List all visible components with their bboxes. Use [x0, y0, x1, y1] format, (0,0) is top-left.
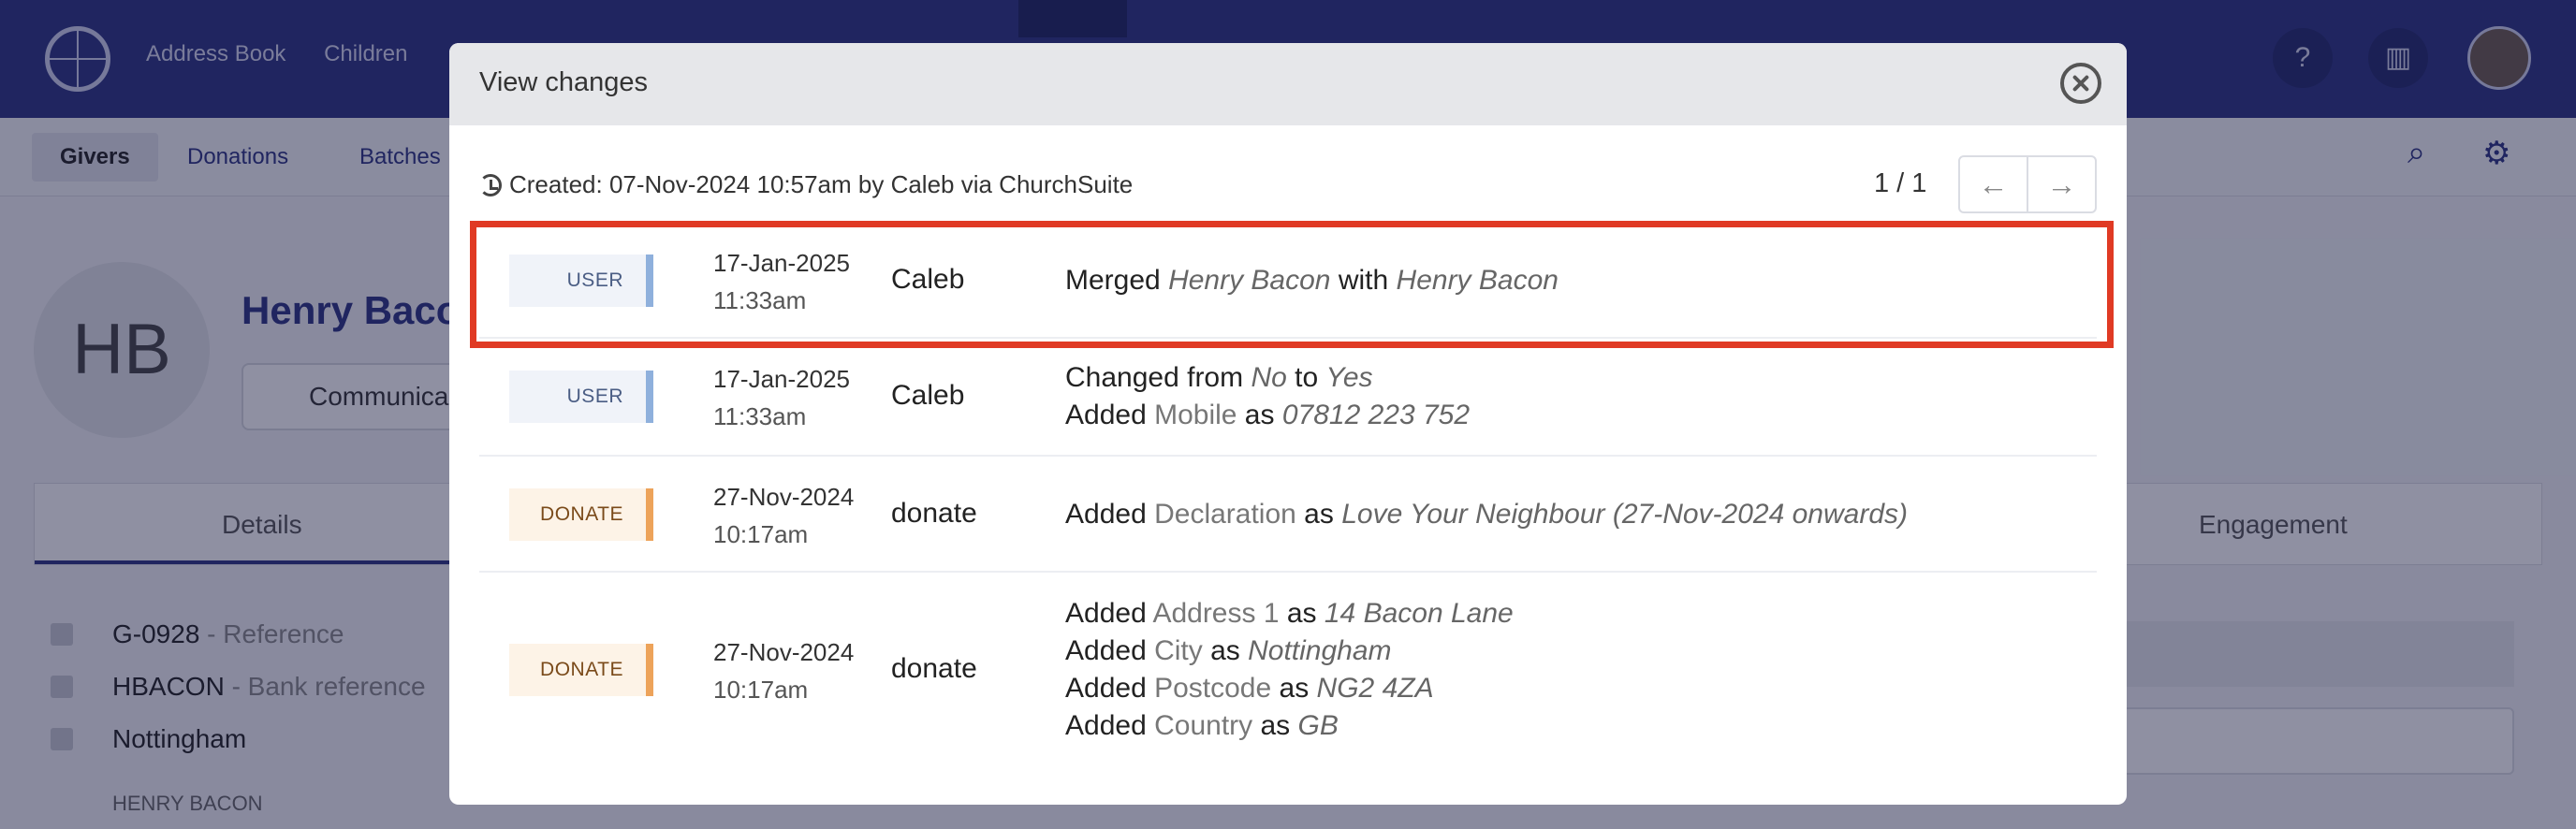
change-description: Changed from No to Yes Added Mobile as 0… [1065, 359, 1470, 434]
change-line: Added Mobile as 07812 223 752 [1065, 400, 1471, 430]
modal-title: View changes [479, 67, 649, 97]
change-time: 11:33am [713, 286, 807, 314]
change-line: Added Address 1 as 14 Bacon Lane [1065, 598, 1514, 629]
created-info: Created: 07-Nov-2024 10:57am by Caleb vi… [479, 170, 1133, 199]
change-time: 10:17am [713, 520, 809, 548]
source-badge: USER [509, 255, 653, 307]
change-author: Caleb [891, 264, 965, 295]
history-icon [479, 173, 502, 196]
changes-list: USER 17-Jan-2025 11:33am Caleb Merged He… [479, 223, 2097, 773]
pager: ← → [1958, 155, 2097, 213]
change-author: Caleb [891, 380, 965, 411]
source-badge: DONATE [509, 644, 653, 696]
change-line: Added Postcode as NG2 4ZA [1065, 673, 1434, 704]
change-author: donate [891, 653, 977, 684]
change-author: donate [891, 498, 977, 529]
change-description: Added Address 1 as 14 Bacon Lane Added C… [1065, 595, 1514, 745]
change-date: 27-Nov-2024 [713, 638, 855, 666]
change-date: 17-Jan-2025 [713, 249, 850, 277]
change-description: Merged Henry Bacon with Henry Bacon [1065, 262, 1559, 299]
change-line: Changed from No to Yes [1065, 362, 1373, 393]
change-row: DONATE 27-Nov-2024 10:17am donate Added … [479, 573, 2097, 773]
close-icon[interactable] [2060, 63, 2101, 104]
modal-header: View changes [449, 43, 2127, 125]
prev-page-button[interactable]: ← [1960, 157, 2028, 211]
change-time: 11:33am [713, 402, 807, 430]
change-line: Added Country as GB [1065, 710, 1339, 741]
change-row: USER 17-Jan-2025 11:33am Caleb Merged He… [479, 223, 2097, 339]
source-badge: USER [509, 371, 653, 423]
change-description: Added Declaration as Love Your Neighbour… [1065, 496, 1908, 533]
change-row: USER 17-Jan-2025 11:33am Caleb Changed f… [479, 339, 2097, 457]
change-time: 10:17am [713, 676, 809, 704]
change-row: DONATE 27-Nov-2024 10:17am donate Added … [479, 457, 2097, 573]
created-text: Created: 07-Nov-2024 10:57am by Caleb vi… [509, 170, 1134, 198]
change-date: 27-Nov-2024 [713, 483, 855, 511]
source-badge: DONATE [509, 488, 653, 541]
change-line: Added City as Nottingham [1065, 635, 1392, 666]
pager-count: 1 / 1 [1874, 168, 1927, 198]
change-line: Merged Henry Bacon with Henry Bacon [1065, 265, 1559, 296]
change-line: Added Declaration as Love Your Neighbour… [1065, 499, 1909, 530]
view-changes-modal: View changes Created: 07-Nov-2024 10:57a… [449, 43, 2127, 805]
change-date: 17-Jan-2025 [713, 365, 850, 393]
next-page-button[interactable]: → [2028, 157, 2095, 211]
